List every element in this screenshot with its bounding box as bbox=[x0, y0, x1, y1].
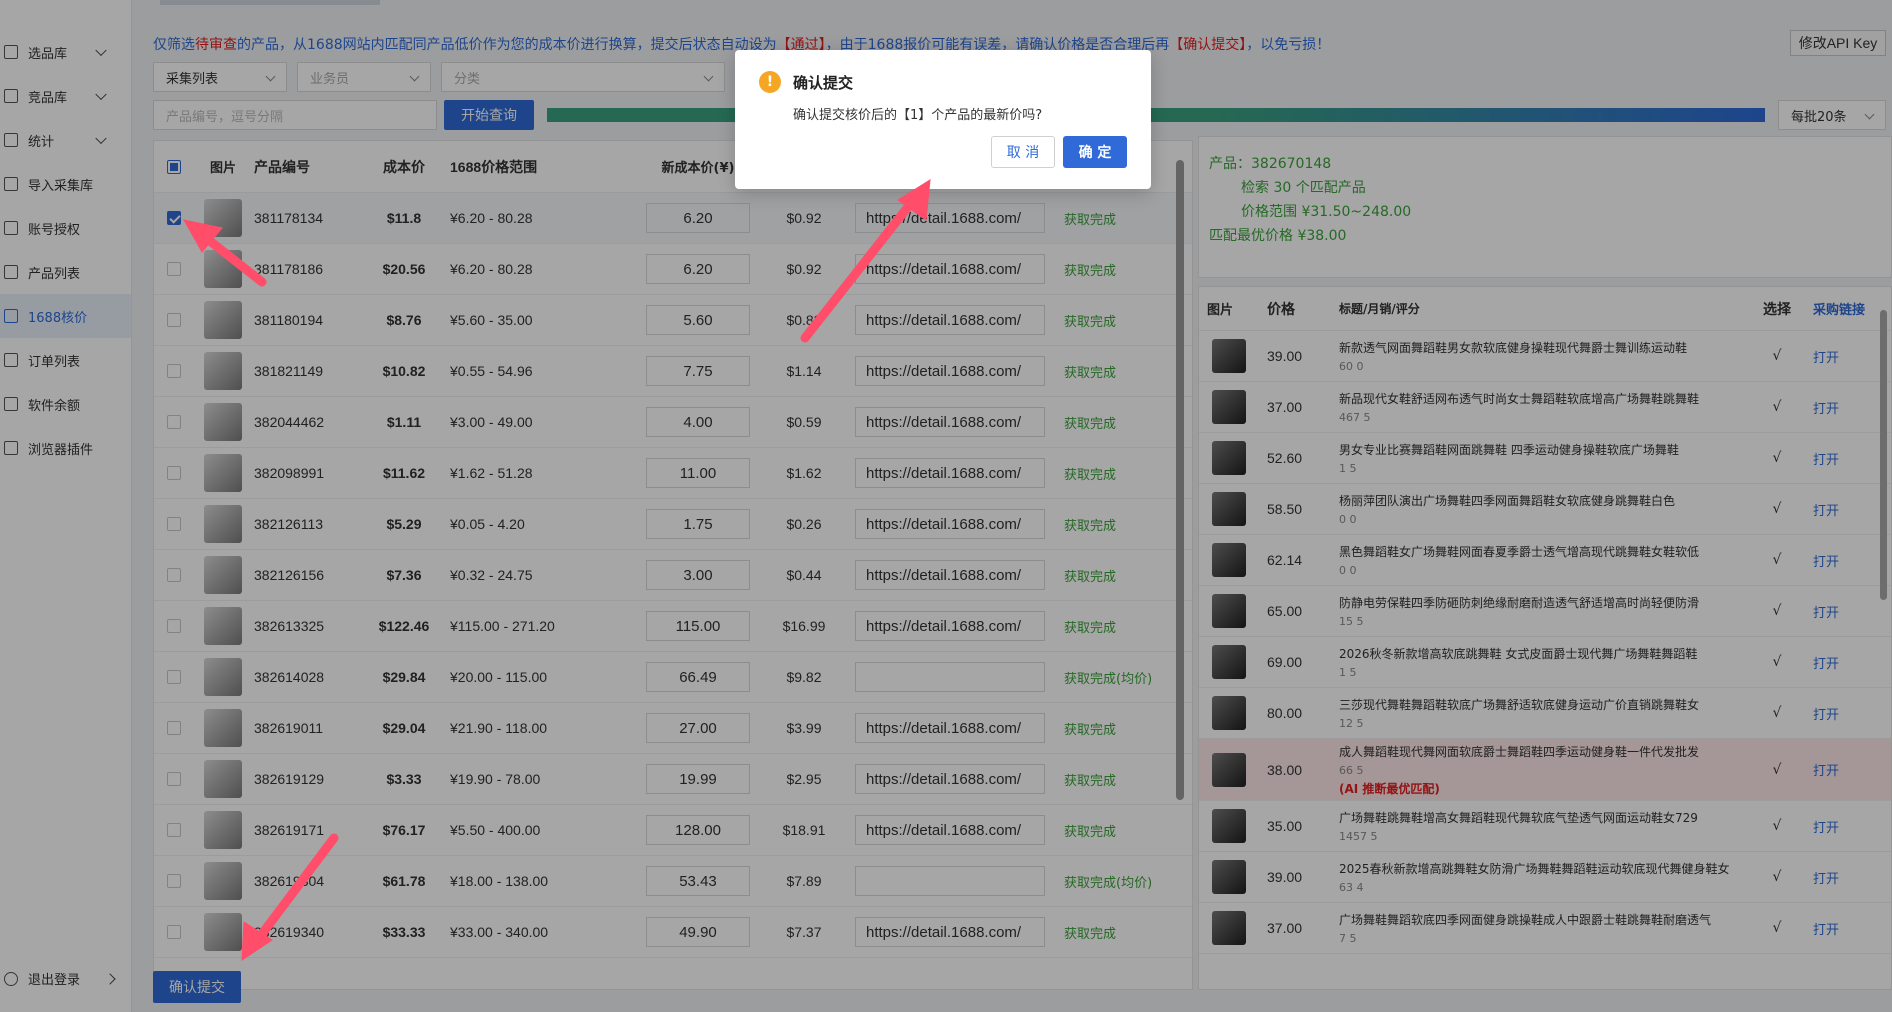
confirm-dialog: ! 确认提交 确认提交核价后的【1】个产品的最新价吗? 取 消 确 定 bbox=[735, 50, 1151, 189]
warning-icon: ! bbox=[759, 71, 781, 93]
ok-button[interactable]: 确 定 bbox=[1063, 136, 1127, 168]
dialog-message: 确认提交核价后的【1】个产品的最新价吗? bbox=[793, 108, 1043, 123]
dialog-title: 确认提交 bbox=[793, 74, 854, 92]
cancel-button[interactable]: 取 消 bbox=[991, 136, 1055, 168]
